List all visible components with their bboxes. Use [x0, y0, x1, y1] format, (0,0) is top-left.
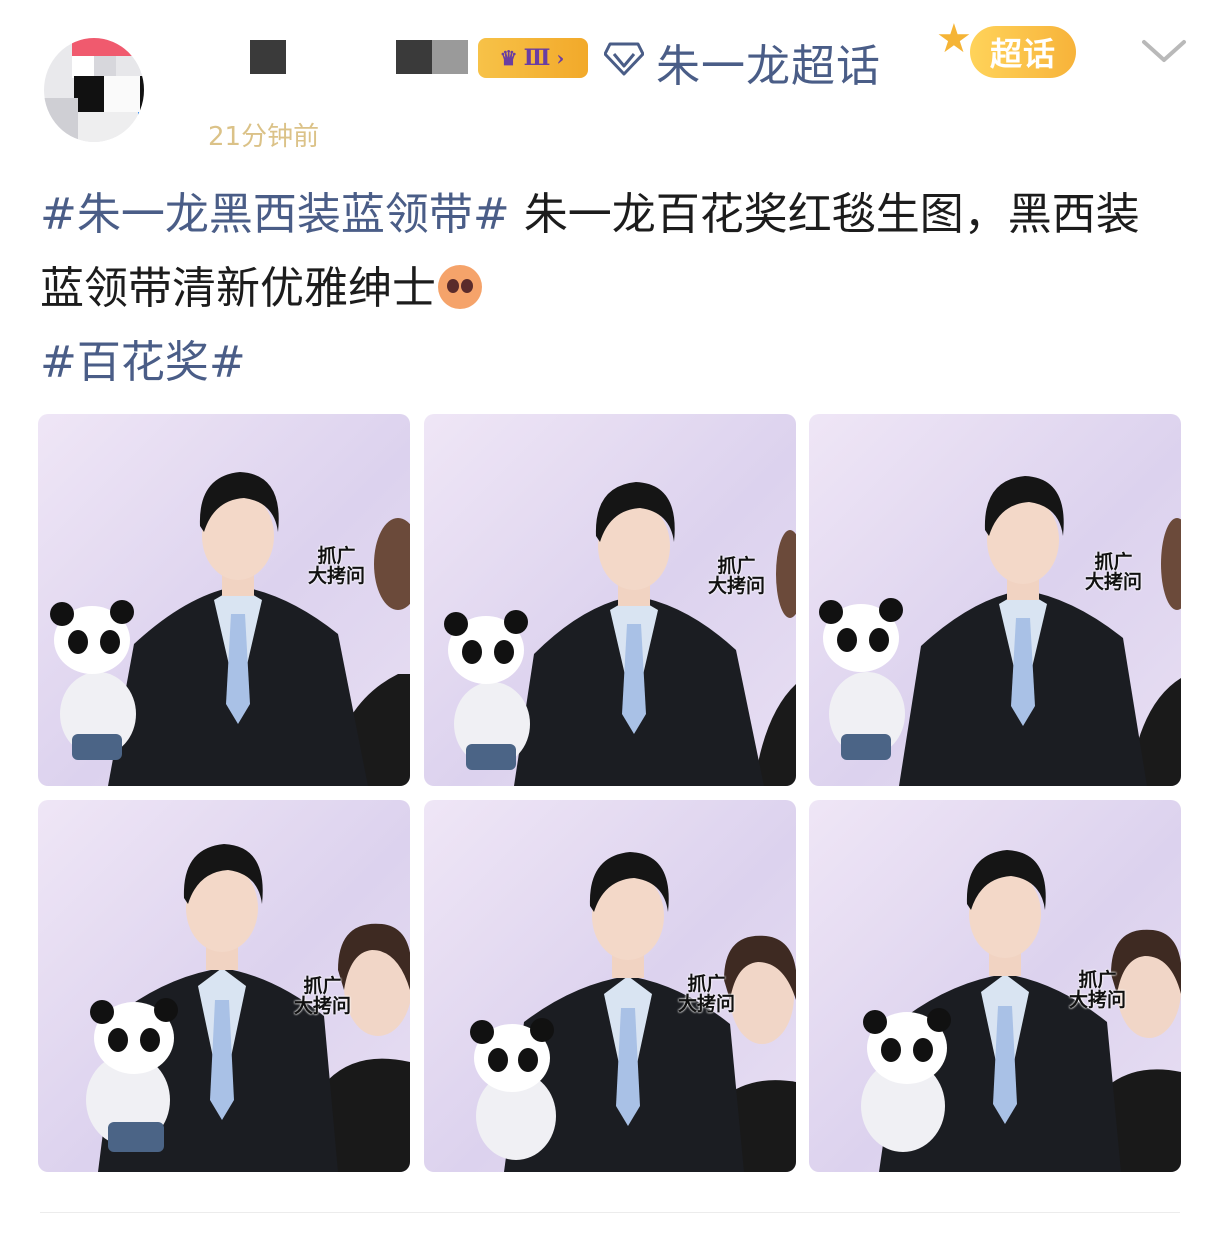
- photo-image: [86, 844, 410, 1172]
- photo-watermark: 抓广 大拷问: [1085, 551, 1143, 593]
- star-icon: ★: [936, 16, 972, 62]
- username-redacted[interactable]: [396, 40, 432, 74]
- photo-image: [819, 476, 1181, 786]
- avatar-pixel: [78, 112, 138, 142]
- chaohua-badge[interactable]: ★ 超话: [936, 12, 1086, 88]
- chaohua-label: 超话: [970, 26, 1076, 78]
- diamond-icon: [604, 42, 644, 76]
- photo-watermark: 抓广 大拷问: [308, 545, 366, 587]
- photo-watermark: 抓广 大拷问: [708, 555, 766, 597]
- username-redacted[interactable]: [250, 40, 286, 74]
- photo-thumbnail[interactable]: 抓广 大拷问: [424, 414, 796, 786]
- photo-thumbnail[interactable]: 抓广 大拷问: [809, 800, 1181, 1172]
- avatar-pixel: [140, 76, 144, 112]
- photo-thumbnail[interactable]: 抓广 大拷问: [38, 800, 410, 1172]
- avatar-pixel: [72, 56, 94, 78]
- avatar-pixel: [138, 112, 144, 142]
- avatar-pixel: [74, 76, 104, 112]
- photo-watermark: 抓广 大拷问: [678, 973, 736, 1015]
- photo-image: [470, 852, 796, 1172]
- hashtag-link[interactable]: #朱一龙黑西装蓝领带#: [40, 189, 510, 240]
- chevron-down-icon[interactable]: [1140, 36, 1188, 66]
- avatar-pixel: [104, 76, 144, 112]
- photo-thumbnail[interactable]: 抓广 大拷问: [38, 414, 410, 786]
- chevron-right-icon: ›: [556, 46, 567, 70]
- photo-watermark: 抓广 大拷问: [1069, 969, 1127, 1011]
- emoji-icon: [438, 265, 482, 309]
- photo-thumbnail[interactable]: 抓广 大拷问: [809, 414, 1181, 786]
- avatar-pixel: [72, 38, 144, 56]
- avatar[interactable]: [44, 38, 144, 142]
- divider: [40, 1212, 1180, 1213]
- hashtag-link[interactable]: #百花奖#: [40, 337, 246, 388]
- avatar-pixel: [44, 98, 78, 142]
- photo-thumbnail[interactable]: 抓广 大拷问: [424, 800, 796, 1172]
- rank-badge[interactable]: ♛ Ⅲ ›: [478, 38, 588, 78]
- topic-link[interactable]: 朱一龙超话: [656, 30, 881, 94]
- avatar-pixel: [116, 56, 144, 78]
- post-time: 21分钟前: [208, 122, 320, 152]
- avatar-pixel: [94, 56, 116, 78]
- photo-watermark: 抓广 大拷问: [294, 975, 352, 1017]
- crown-icon: ♛: [499, 46, 520, 70]
- username-redacted[interactable]: [432, 40, 468, 74]
- photo-image: [444, 482, 796, 786]
- post-text: #朱一龙黑西装蓝领带# 朱一龙百花奖红毯生图，黑西装蓝领带清新优雅绅士 #百花奖#: [40, 178, 1180, 400]
- rank-label: Ⅲ: [523, 45, 553, 71]
- photo-image: [50, 472, 410, 786]
